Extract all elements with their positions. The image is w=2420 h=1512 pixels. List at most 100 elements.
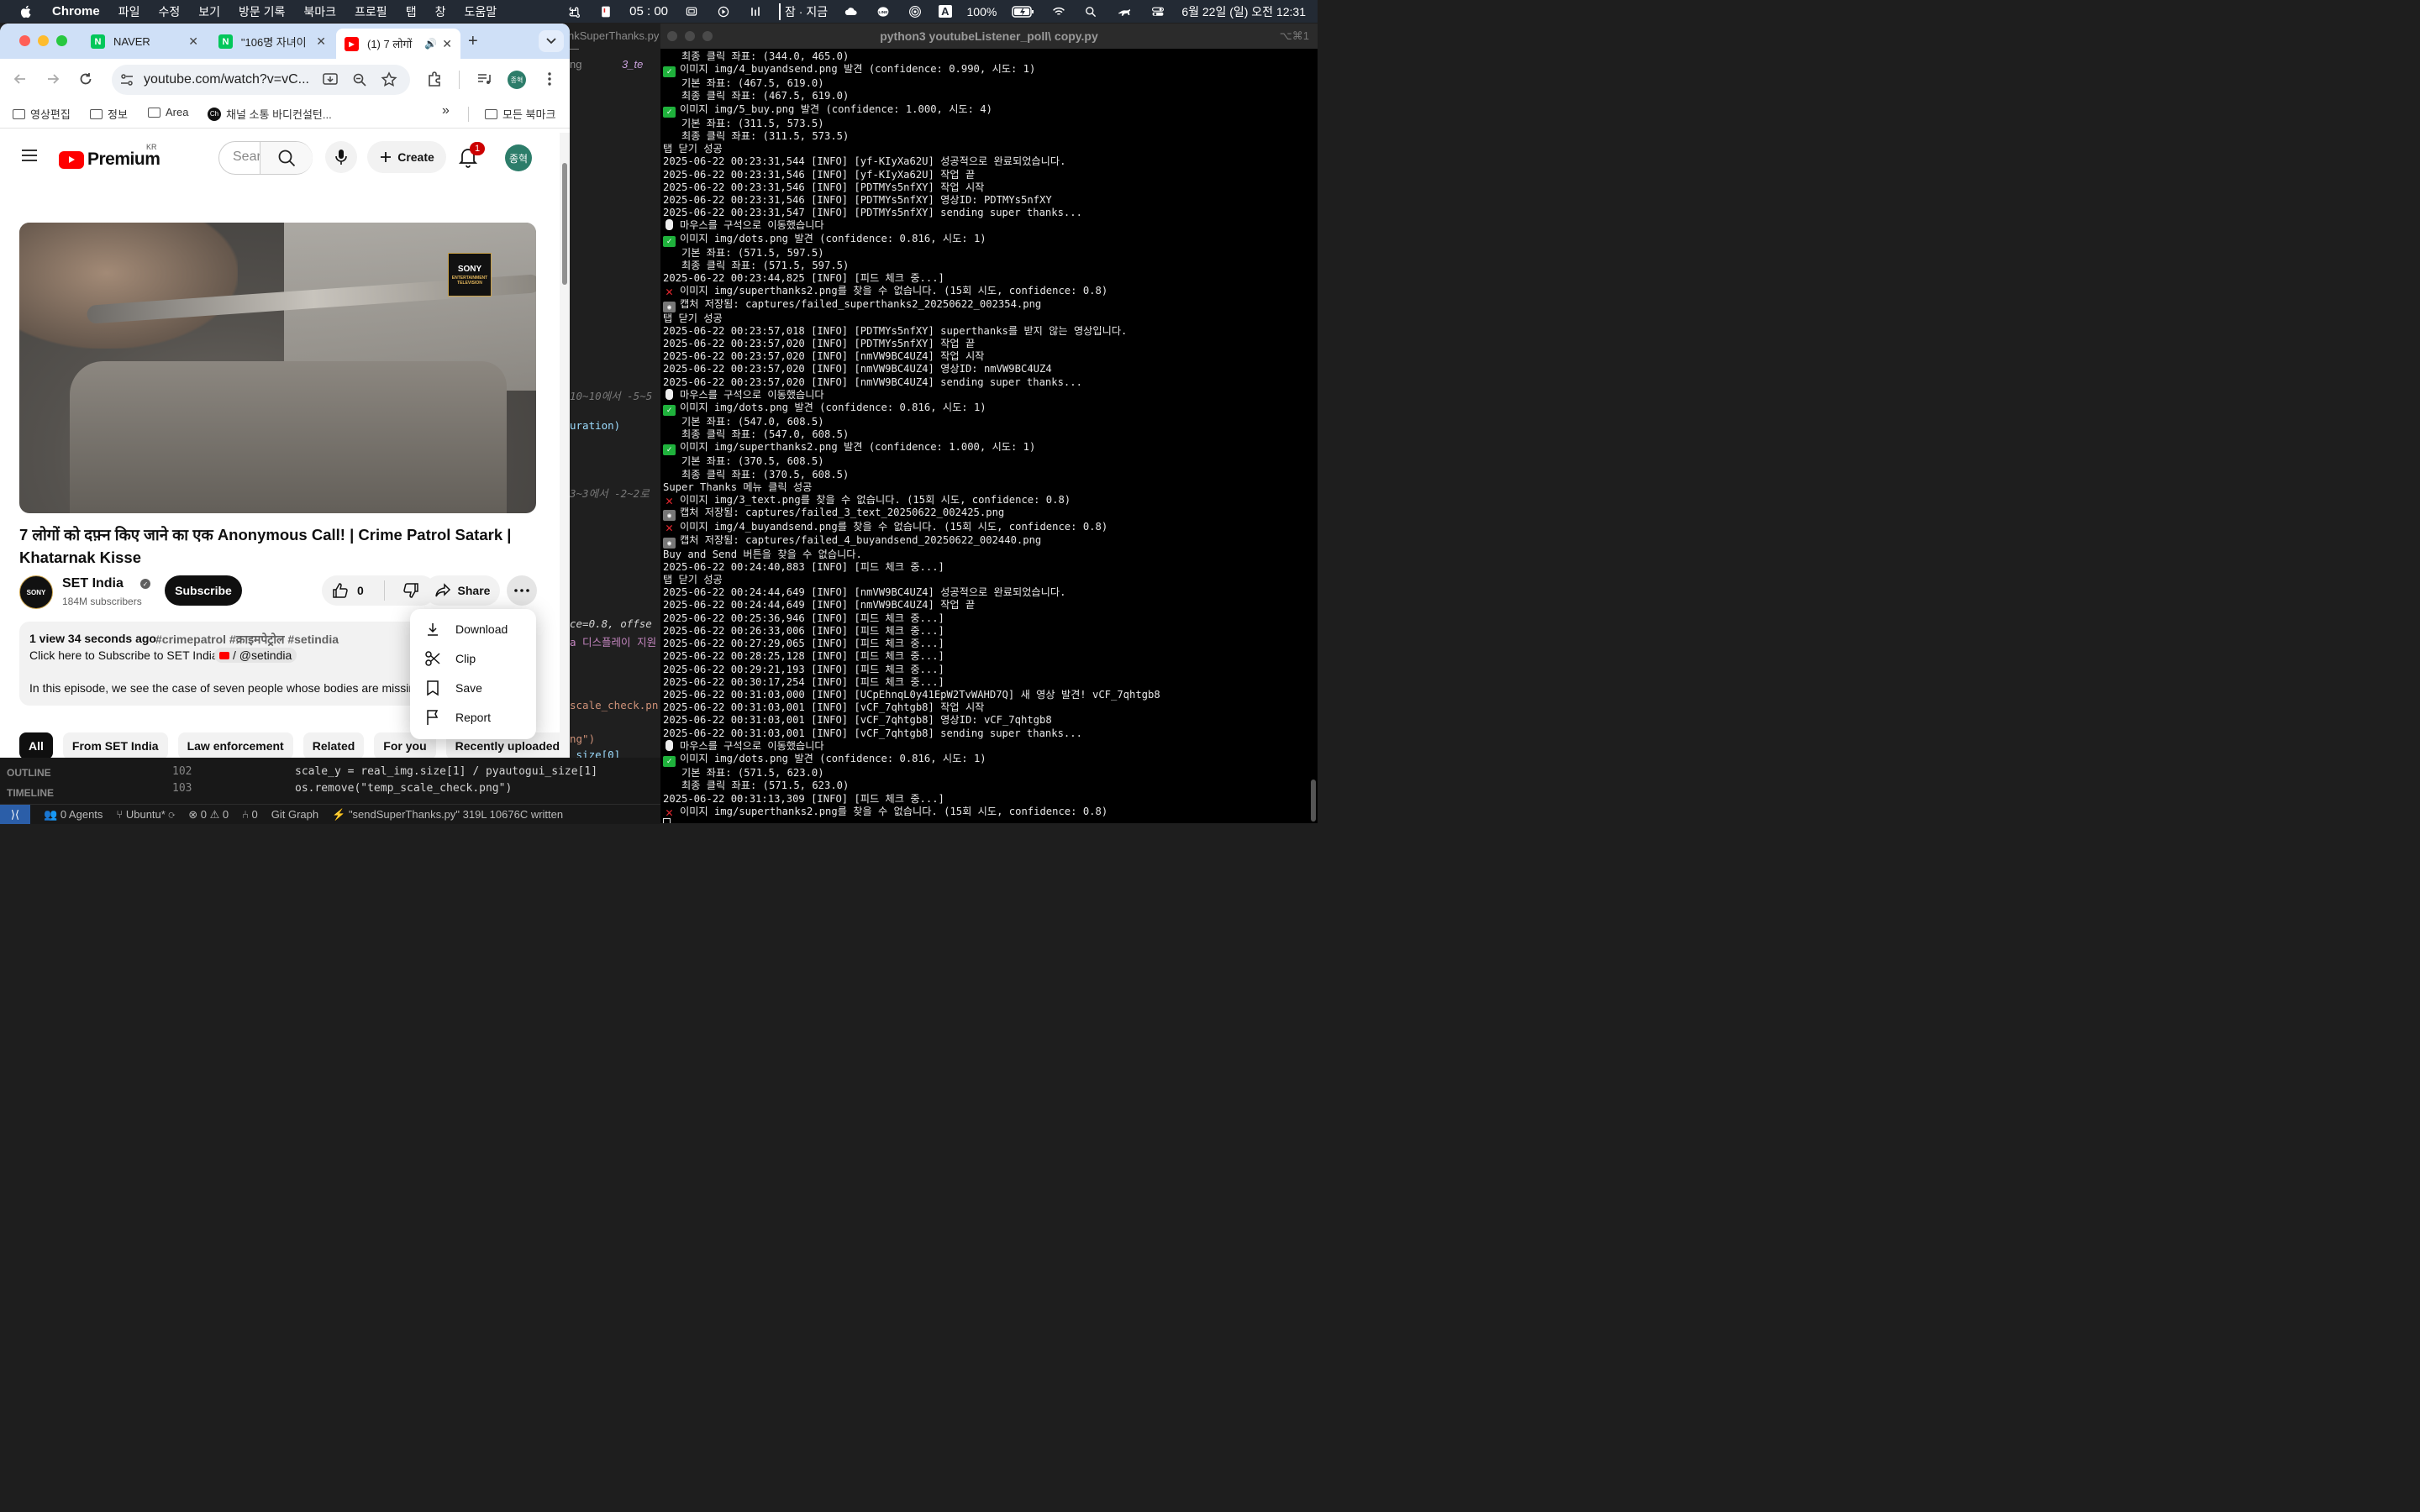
editor-tab-fragment[interactable]: 3_te [622, 58, 643, 71]
code-line[interactable]: scale_y = real_img.size[1] / pyautogui_s… [295, 765, 597, 778]
bookmark-folder-area[interactable]: Area [148, 106, 188, 118]
problems-status[interactable]: ⊗ 0 ⚠ 0 [188, 808, 229, 822]
menu-profiles[interactable]: 프로필 [355, 3, 387, 20]
scrollbar-thumb[interactable] [562, 163, 567, 285]
editor-tab-fragment[interactable]: nkSuperThanks.py — [570, 29, 660, 55]
extensions-puzzle-icon[interactable] [425, 70, 444, 88]
tab-search-chevron-icon[interactable] [539, 30, 564, 52]
command-key-icon[interactable] [566, 5, 582, 18]
tab-naver[interactable]: N NAVER ✕ [82, 29, 207, 54]
page-scrollbar[interactable] [560, 133, 570, 758]
battery-charging-icon[interactable] [1012, 5, 1035, 18]
zoom-window-button[interactable] [56, 35, 67, 46]
line-app-icon[interactable]: LINE [875, 5, 892, 18]
editor-tab-fragment[interactable]: ng [570, 58, 581, 71]
chip-law-enforcement[interactable]: Law enforcement [177, 732, 293, 758]
chip-all[interactable]: All [19, 732, 53, 758]
like-button[interactable]: 0 [322, 582, 382, 599]
audio-playing-icon[interactable]: 🔊 [424, 38, 437, 50]
site-info-icon[interactable] [119, 72, 134, 92]
address-bar[interactable]: youtube.com/watch?v=vC... [112, 65, 410, 95]
menu-bookmarks[interactable]: 북마크 [303, 3, 336, 20]
create-button[interactable]: Create [367, 141, 446, 173]
chip-related[interactable]: Related [302, 732, 365, 758]
screen-mirroring-icon[interactable] [683, 5, 700, 18]
close-tab-icon[interactable]: ✕ [316, 34, 326, 49]
apple-logo-icon[interactable] [18, 4, 34, 19]
input-source-indicator[interactable]: A [939, 5, 952, 18]
all-bookmarks-button[interactable]: 모든 북마크 [485, 106, 555, 122]
status-text[interactable]: 잠 · 지금 [779, 3, 828, 20]
hamburger-menu-icon[interactable] [22, 146, 37, 165]
search-input[interactable]: Search [233, 150, 260, 165]
bookmark-channel[interactable]: Ch 채널 소통 바디컨설턴... [208, 106, 332, 122]
ports-status[interactable]: ⑃ 0 [242, 808, 258, 821]
clock-datetime[interactable]: 6월 22일 (일) 오전 12:31 [1181, 3, 1306, 20]
agents-status[interactable]: 👥 0 Agents [44, 808, 103, 822]
subscribe-button[interactable]: Subscribe [165, 575, 242, 606]
youtube-search-box[interactable]: Search [218, 141, 313, 175]
ubuntu-status[interactable]: ⑂ Ubuntu* ⟳ [116, 808, 175, 821]
runcat-icon[interactable] [1114, 5, 1134, 18]
outline-section[interactable]: OUTLINE [7, 767, 51, 779]
menu-file[interactable]: 파일 [118, 3, 140, 20]
battery-percent[interactable]: 100% [967, 5, 997, 18]
menu-item-clip[interactable]: Clip [410, 643, 536, 673]
menu-item-save[interactable]: Save [410, 673, 536, 702]
menu-item-download[interactable]: Download [410, 614, 536, 643]
tab-naver-news[interactable]: N "106명 자녀이 ✕ [210, 29, 334, 54]
new-tab-button[interactable]: + [468, 32, 478, 51]
audio-eq-icon[interactable] [747, 5, 764, 18]
close-tab-icon[interactable]: ✕ [188, 34, 198, 49]
zoom-out-icon[interactable] [351, 71, 368, 92]
wifi-icon[interactable] [1050, 5, 1067, 18]
control-center-icon[interactable] [1150, 5, 1166, 18]
code-line[interactable]: os.remove("temp_scale_check.png") [295, 782, 512, 795]
terminal-prompt[interactable] [663, 817, 1310, 823]
spotlight-search-icon[interactable] [1082, 5, 1099, 18]
youtube-premium-logo[interactable]: Premium KR [59, 143, 160, 170]
chip-from-channel[interactable]: From SET India [62, 732, 168, 758]
menu-tab[interactable]: 탭 [406, 3, 417, 20]
remote-indicator-icon[interactable]: ⟩⟨ [0, 805, 30, 824]
bookmark-folder-video-editing[interactable]: 영상편집 [13, 106, 71, 122]
install-app-icon[interactable] [322, 71, 339, 92]
youtube-account-avatar[interactable]: 종혁 [505, 144, 532, 171]
bookmark-folder-info[interactable]: 정보 [90, 106, 128, 122]
forward-arrow-icon[interactable] [44, 70, 62, 88]
close-window-button[interactable] [19, 35, 30, 46]
minimize-window-button[interactable] [38, 35, 49, 46]
menu-help[interactable]: 도움말 [464, 3, 497, 20]
airdrop-icon[interactable] [907, 5, 923, 18]
bookmark-star-icon[interactable] [381, 71, 397, 92]
timer-display[interactable]: 05 : 00 [629, 4, 668, 18]
video-player[interactable]: SONY ENTERTAINMENT TELEVISION [19, 223, 536, 513]
more-actions-button[interactable] [507, 575, 537, 606]
hashtags[interactable]: #crimepatrol #क्राइमपेट्रोल #setindia [155, 632, 339, 648]
bookmarks-overflow-button[interactable]: » [442, 103, 450, 118]
reload-icon[interactable] [76, 70, 95, 88]
git-graph-button[interactable]: Git Graph [271, 808, 318, 821]
channel-handle-link[interactable]: / @setindia [214, 648, 297, 663]
media-controls-icon[interactable] [475, 70, 493, 88]
search-button[interactable] [260, 142, 313, 174]
kebab-menu-icon[interactable] [540, 70, 559, 88]
menu-view[interactable]: 보기 [198, 3, 220, 20]
timeline-section[interactable]: TIMELINE [7, 787, 54, 799]
voice-search-button[interactable] [325, 141, 357, 173]
menu-history[interactable]: 방문 기록 [239, 3, 285, 20]
channel-avatar[interactable]: SONY [19, 575, 53, 609]
share-button[interactable]: Share [424, 575, 500, 606]
menu-window[interactable]: 창 [435, 3, 446, 20]
chrome-profile-avatar[interactable]: 종혁 [508, 71, 526, 89]
menu-edit[interactable]: 수정 [158, 3, 180, 20]
cloud-icon[interactable] [843, 5, 860, 18]
tab-youtube-active[interactable]: ▶ (1) 7 लोगों 🔊 ✕ [336, 29, 460, 59]
play-circle-icon[interactable] [715, 5, 732, 18]
terminal-output[interactable]: 최종 클릭 좌표: (344.0, 465.0) ✓ 이미지 img/4_buyan… [663, 50, 1310, 823]
close-tab-icon[interactable]: ✕ [442, 37, 452, 51]
calendar-status-icon[interactable] [597, 5, 614, 18]
channel-name[interactable]: SET India [62, 576, 124, 591]
menu-app-name[interactable]: Chrome [52, 4, 100, 18]
terminal-scrollbar[interactable] [1311, 780, 1316, 822]
